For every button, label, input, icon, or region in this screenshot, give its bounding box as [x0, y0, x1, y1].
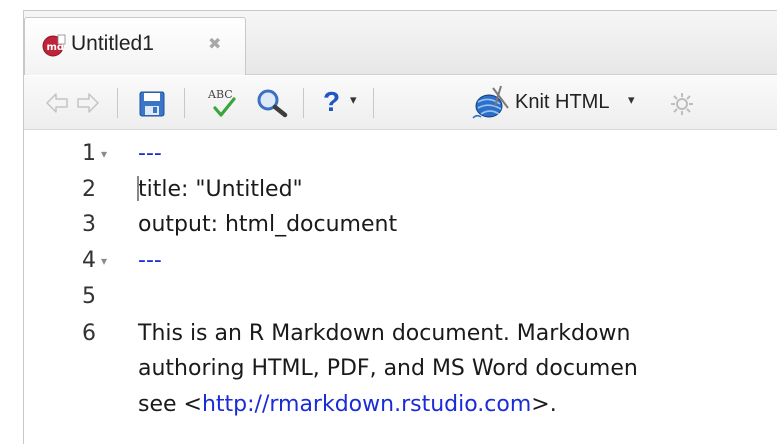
top-strip [0, 0, 777, 10]
tab-title: Untitled1 [71, 32, 154, 55]
tab-close-icon[interactable]: ✖ [208, 35, 221, 53]
editor-toolbar: ABC ? ▾ Knit HTML ▾ [24, 76, 777, 130]
code-text: >. [531, 392, 557, 417]
back-arrow-icon[interactable] [44, 91, 70, 115]
code-line: --- [138, 141, 162, 166]
gear-icon[interactable] [669, 91, 695, 117]
toolbar-separator [184, 88, 185, 118]
toolbar-separator [117, 88, 118, 118]
rmarkdown-link[interactable]: http://rmarkdown.rstudio.com [202, 392, 531, 417]
line-number: 3 [82, 212, 96, 237]
code-line-wrap: authoring HTML, PDF, and MS Word documen [138, 356, 638, 381]
toolbar-separator [303, 88, 304, 118]
code-line: output: html_document [138, 212, 398, 237]
knit-yarn-icon[interactable] [471, 84, 511, 122]
rmarkdown-file-icon: md [42, 34, 66, 57]
save-icon[interactable] [138, 90, 166, 118]
line-number: 2 [82, 177, 96, 202]
code-editor[interactable]: 1 ▾ --- 2 title: "Untitled" 3 output: ht… [24, 131, 777, 444]
code-line-wrap: see <http://rmarkdown.rstudio.com>. [138, 391, 557, 419]
line-number: 5 [82, 284, 96, 309]
help-icon[interactable]: ? [323, 85, 340, 119]
code-line: title: "Untitled" [138, 177, 303, 202]
knit-dropdown-icon[interactable]: ▾ [628, 93, 635, 108]
line-number: 6 [82, 321, 96, 346]
forward-arrow-icon[interactable] [75, 91, 101, 115]
code-text: see < [138, 392, 202, 417]
toolbar-separator [373, 88, 374, 118]
line-number: 1 [82, 141, 96, 166]
code-line: This is an R Markdown document. Markdown [138, 321, 631, 346]
spellcheck-icon[interactable]: ABC [206, 86, 242, 120]
code-line: --- [138, 248, 162, 273]
magnifier-icon[interactable] [256, 88, 288, 118]
help-dropdown-icon[interactable]: ▾ [350, 93, 357, 108]
source-editor-pane: md Untitled1 ✖ ABC ? ▾ Knit HTML ▾ 1 ▾ -… [23, 10, 777, 444]
tab-untitled1[interactable]: md Untitled1 ✖ [24, 17, 246, 75]
spellcheck-text: ABC [207, 88, 233, 101]
text-cursor [137, 176, 139, 201]
fold-toggle-icon[interactable]: ▾ [101, 247, 107, 275]
tab-bar: md Untitled1 ✖ [24, 11, 777, 75]
line-number: 4 [82, 248, 96, 273]
fold-toggle-icon[interactable]: ▾ [101, 140, 107, 168]
knit-html-label[interactable]: Knit HTML [515, 91, 609, 114]
